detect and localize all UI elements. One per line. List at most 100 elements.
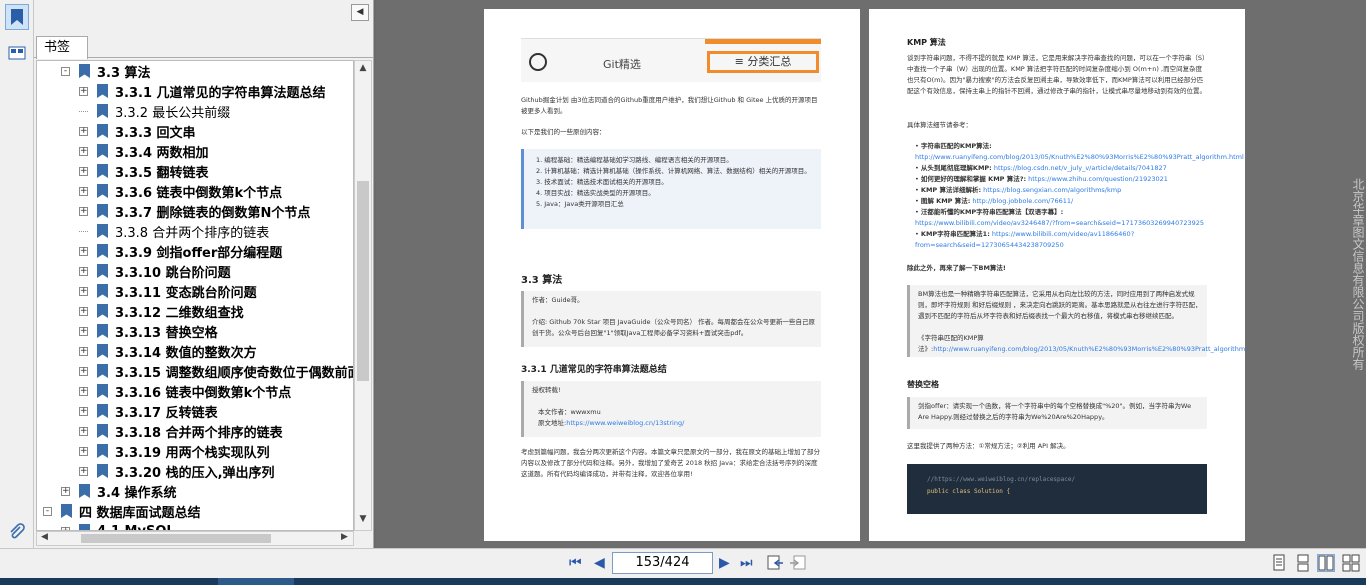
- bookmark-item[interactable]: +3.3.3 回文串: [79, 121, 196, 141]
- bookmark-item[interactable]: +3.3.13 替换空格: [79, 321, 218, 341]
- bookmark-item[interactable]: +3.3.5 翻转链表: [79, 161, 209, 181]
- heading-replace-space: 替换空格: [907, 380, 939, 389]
- expand-icon[interactable]: +: [79, 326, 88, 336]
- go-forward-icon[interactable]: [789, 554, 807, 572]
- prev-page-icon[interactable]: ◀: [594, 555, 605, 571]
- thumbnail-panel-icon[interactable]: [5, 40, 29, 66]
- expand-icon[interactable]: +: [79, 386, 88, 396]
- bookmark-item[interactable]: +3.3.20 栈的压入,弹出序列: [79, 461, 275, 481]
- tree-vertical-scrollbar[interactable]: ▲ ▼: [354, 60, 372, 531]
- reference-item: • KMP字符串匹配算法1: https://www.bilibili.com/…: [915, 230, 1135, 249]
- bookmark-icon: [97, 464, 108, 478]
- scroll-thumb[interactable]: [357, 181, 369, 381]
- reference-link[interactable]: http://blog.jobbole.com/76611/: [972, 197, 1073, 205]
- bookmark-item[interactable]: +3.3.10 跳台阶问题: [79, 261, 231, 281]
- reference-link[interactable]: https://www.zhihu.com/question/21923021: [1028, 175, 1168, 183]
- reference-label: KMP字符串匹配算法1:: [920, 230, 990, 238]
- expand-icon[interactable]: +: [79, 126, 88, 136]
- expand-icon[interactable]: +: [79, 426, 88, 436]
- taskbar-app[interactable]: [218, 578, 294, 585]
- replace-space-box: 剑指offer：请实现一个函数，将一个字符串中的每个空格替换成"%20"。例如，…: [907, 397, 1207, 429]
- expand-icon[interactable]: +: [79, 146, 88, 156]
- bookmark-item[interactable]: +3.3.1 几道常见的字符串算法题总结: [79, 81, 326, 101]
- expand-icon[interactable]: +: [79, 446, 88, 456]
- bookmark-label: 3.3 算法: [97, 65, 151, 81]
- expand-icon[interactable]: +: [79, 346, 88, 356]
- bm-link[interactable]: http://www.ruanyifeng.com/blog/2013/05/K…: [933, 345, 1245, 353]
- two-page-continuous-icon[interactable]: [1342, 554, 1360, 572]
- two-page-view-icon[interactable]: [1317, 554, 1335, 572]
- expand-icon[interactable]: +: [79, 246, 88, 256]
- expand-icon[interactable]: +: [79, 166, 88, 176]
- bookmark-item[interactable]: 3.3.2 最长公共前缀: [79, 101, 230, 121]
- bookmark-item[interactable]: +3.3.7 删除链表的倒数第N个节点: [79, 201, 310, 221]
- bookmark-panel-icon[interactable]: [5, 4, 29, 30]
- last-page-icon[interactable]: ⏭: [740, 555, 753, 571]
- expand-icon[interactable]: +: [79, 306, 88, 316]
- bookmark-item[interactable]: +3.3.16 链表中倒数第k个节点: [79, 381, 291, 401]
- ref-intro: 具体算法细节请参考：: [907, 121, 972, 129]
- expand-icon[interactable]: +: [79, 86, 88, 96]
- reference-link[interactable]: https://blog.sengxian.com/algorithms/kmp: [983, 186, 1121, 194]
- expand-icon[interactable]: +: [61, 486, 70, 496]
- bookmark-icon: [97, 444, 108, 458]
- bookmark-item[interactable]: +3.3.18 合并两个排序的链表: [79, 421, 283, 441]
- reference-link[interactable]: https://www.bilibili.com/video/av3246487…: [915, 219, 1204, 227]
- bookmark-label: 3.3.14 数值的整数次方: [115, 345, 257, 361]
- first-page-icon[interactable]: ⏮: [569, 555, 582, 571]
- bookmark-item[interactable]: +3.3.6 链表中倒数第k个节点: [79, 181, 282, 201]
- collapse-icon[interactable]: -: [61, 66, 70, 76]
- bookmark-item[interactable]: +3.3.11 变态跳台阶问题: [79, 281, 257, 301]
- reference-link[interactable]: http://www.ruanyifeng.com/blog/2013/05/K…: [915, 153, 1244, 161]
- bookmark-item[interactable]: +3.3.15 调整数组顺序使奇数位于偶数前面: [79, 361, 353, 381]
- page-number-input[interactable]: 153/424: [612, 552, 713, 574]
- intro-text: Github掘金计划 由3位志同道合的Github重度用户维护，我们想让Gith…: [521, 96, 818, 115]
- expand-icon[interactable]: +: [79, 206, 88, 216]
- bookmark-label: 3.3.20 栈的压入,弹出序列: [115, 465, 275, 481]
- bookmark-item[interactable]: +3.3.4 两数相加: [79, 141, 209, 161]
- bookmark-item[interactable]: - 3.3 算法: [61, 61, 151, 81]
- expand-icon[interactable]: +: [79, 286, 88, 296]
- scroll-down-icon[interactable]: ▼: [355, 514, 371, 528]
- bookmark-item[interactable]: 3.3.8 合并两个排序的链表: [79, 221, 269, 241]
- article-link[interactable]: https://www.weiweiblog.cn/13string/: [566, 419, 684, 427]
- bookmark-icon: [97, 344, 108, 358]
- bookmark-item[interactable]: +3.3.17 反转链表: [79, 401, 218, 421]
- reference-label: 如何更好的理解和掌握 KMP 算法?:: [920, 175, 1027, 183]
- bookmark-label: 3.3.1 几道常见的字符串算法题总结: [115, 85, 326, 101]
- bookmark-icon: [97, 184, 108, 198]
- single-page-view-icon[interactable]: [1270, 554, 1288, 572]
- bookmark-item[interactable]: +3.4 操作系统: [61, 481, 177, 501]
- reference-link[interactable]: https://blog.csdn.net/v_july_v/article/d…: [994, 164, 1167, 172]
- expand-icon[interactable]: +: [79, 366, 88, 376]
- tab-bookmarks[interactable]: 书签: [36, 36, 88, 59]
- attachment-icon[interactable]: [5, 519, 29, 545]
- reference-label: KMP 算法详细解析:: [920, 186, 982, 194]
- collapse-panel-button[interactable]: ◀: [351, 4, 369, 21]
- article-author: 本文作者：wwwxmu: [538, 408, 601, 416]
- expand-icon[interactable]: +: [79, 406, 88, 416]
- continuous-view-icon[interactable]: [1294, 554, 1312, 572]
- scroll-right-icon[interactable]: ▶: [341, 532, 348, 542]
- hscroll-thumb[interactable]: [81, 534, 271, 543]
- bookmark-label: 3.4 操作系统: [97, 485, 177, 501]
- scroll-left-icon[interactable]: ◀: [41, 532, 48, 542]
- collapse-icon[interactable]: -: [43, 506, 52, 516]
- bookmark-icon: [97, 424, 108, 438]
- expand-icon[interactable]: +: [79, 466, 88, 476]
- expand-icon[interactable]: +: [79, 186, 88, 196]
- bookmark-item[interactable]: - 四 数据库面试题总结: [43, 501, 201, 521]
- expand-icon[interactable]: +: [79, 266, 88, 276]
- bookmark-item[interactable]: +3.3.14 数值的整数次方: [79, 341, 257, 361]
- bookmark-item[interactable]: +3.3.9 剑指offer部分编程题: [79, 241, 282, 261]
- scroll-up-icon[interactable]: ▲: [355, 63, 371, 77]
- document-view[interactable]: Git精选 ≡ 分类汇总 Github掘金计划 由3位志同道合的Github重度…: [376, 0, 1366, 548]
- bookmark-item[interactable]: +3.3.12 二维数组查找: [79, 301, 244, 321]
- go-back-icon[interactable]: [766, 554, 784, 572]
- bookmark-item[interactable]: +3.3.19 用两个栈实现队列: [79, 441, 270, 461]
- bookmark-label: 4.1 MySQL: [97, 523, 175, 531]
- bm-paragraph: BM算法也是一种精确字符串匹配算法，它采用从右向左比较的方法，同时应用到了两种启…: [918, 290, 1202, 320]
- tree-horizontal-scrollbar[interactable]: ◀ ▶: [36, 531, 354, 546]
- bookmark-item[interactable]: +4.1 MySQL: [61, 521, 175, 531]
- next-page-icon[interactable]: ▶: [719, 555, 730, 571]
